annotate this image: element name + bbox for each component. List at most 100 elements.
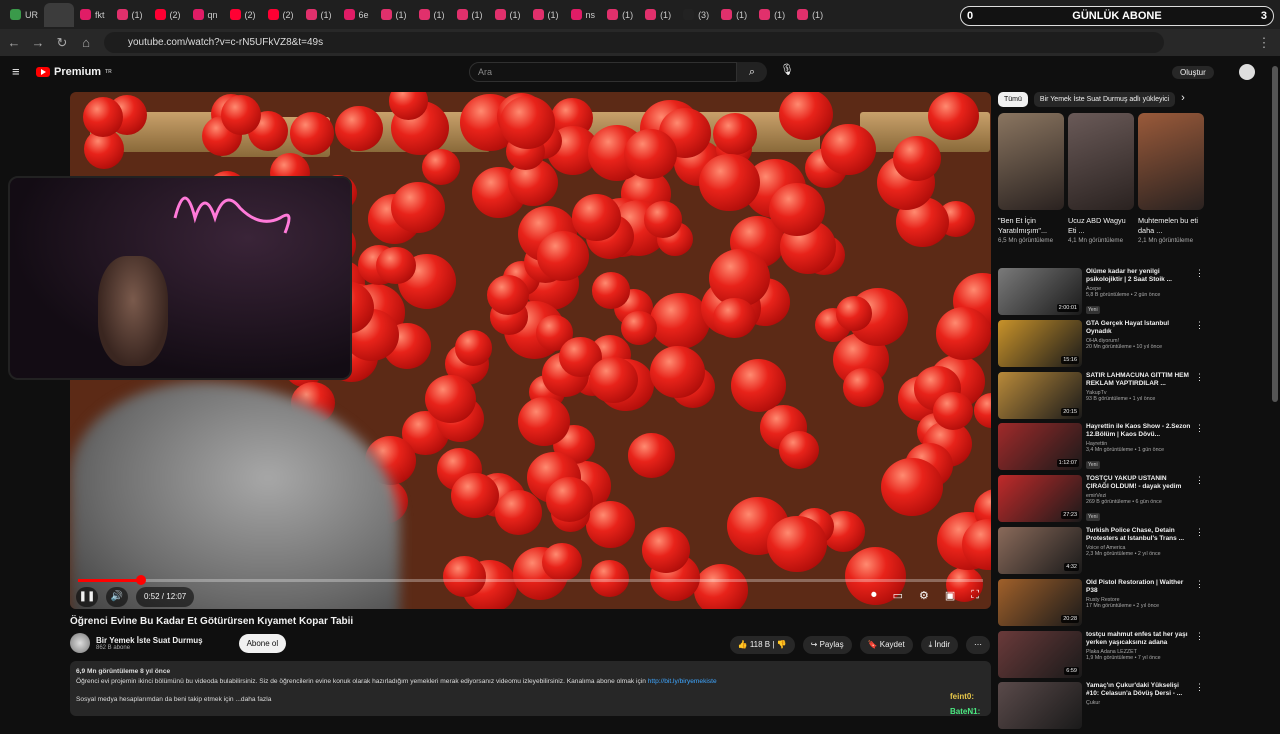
share-button[interactable]: ↪ Paylaş (802, 636, 852, 654)
url-field[interactable]: youtube.com/watch?v=c-rN5UFkVZ8&t=49s (104, 32, 1164, 53)
kebab-menu-icon[interactable]: ⋮ (1195, 475, 1204, 527)
browser-tab[interactable]: (2) (224, 3, 262, 27)
video-thumbnail[interactable]: 20:28 (998, 578, 1082, 626)
browser-tab[interactable]: (1) (753, 3, 791, 27)
back-icon[interactable]: ← (2, 35, 26, 50)
miniplayer-icon[interactable]: ▣ (945, 589, 955, 602)
browser-tab[interactable]: (1) (300, 3, 338, 27)
description-box[interactable]: 6,9 Mn görüntüleme 8 yıl önce Öğrenci ev… (70, 661, 991, 716)
search-icon[interactable]: ⌕ (737, 62, 767, 82)
video-title-item: Ölüme kadar her yenilgi psikolojiktir | … (1086, 268, 1172, 283)
list-item[interactable]: Yamaç'ın Çukur'daki Yükselişi #10: Celas… (998, 682, 1204, 734)
more-actions-icon[interactable]: ⋯ (966, 636, 990, 654)
short-card[interactable]: Ucuz ABD Wagyu Eti ... 4,1 Mn görüntüleme (1068, 113, 1134, 245)
short-thumbnail[interactable] (998, 113, 1064, 210)
menu-dots-icon[interactable]: ⋮ (1252, 35, 1276, 51)
short-thumbnail[interactable] (1138, 113, 1204, 210)
tab-favicon-icon (229, 9, 241, 20)
list-item[interactable]: 4:32 Turkish Police Chase, Detain Protest… (998, 526, 1204, 579)
video-thumbnail[interactable]: 1:12:07 (998, 423, 1082, 471)
kebab-menu-icon[interactable]: ⋮ (1195, 320, 1204, 372)
list-item[interactable]: 15:16 GTA Gerçek Hayat İstanbul Oynadık OH… (998, 319, 1204, 372)
browser-tab[interactable]: 6e (338, 3, 375, 27)
short-thumbnail[interactable] (1068, 113, 1134, 210)
browser-tab[interactable]: (1) (639, 3, 677, 27)
video-thumbnail[interactable] (998, 682, 1082, 730)
progress-bar[interactable] (78, 575, 983, 585)
save-button[interactable]: 🔖 Kaydet (859, 636, 913, 654)
channel-name[interactable]: Bir Yemek İste Suat Durmuş (96, 636, 203, 645)
tomato (425, 375, 476, 424)
settings-icon[interactable]: ⚙ (919, 589, 929, 602)
browser-tab[interactable]: (1) (111, 3, 149, 27)
tomato (536, 231, 590, 282)
tab-label: (2) (244, 9, 256, 20)
pause-icon[interactable]: ❚❚ (76, 587, 98, 607)
kebab-menu-icon[interactable]: ⋮ (1195, 268, 1204, 320)
description-more[interactable]: Sosyal medya hesaplarımdan da beni takip… (76, 695, 985, 705)
video-thumbnail[interactable]: 27:23 (998, 475, 1082, 523)
hamburger-menu-icon[interactable]: ≡ (12, 64, 20, 79)
kebab-menu-icon[interactable]: ⋮ (1195, 682, 1204, 734)
video-thumbnail[interactable]: 20:15 (998, 371, 1082, 419)
list-item[interactable]: 1:12:07 Hayrettin ile Kaos Show - 2.Sezon… (998, 423, 1204, 475)
video-thumbnail[interactable]: 15:16 (998, 319, 1082, 367)
kebab-menu-icon[interactable]: ⋮ (1195, 527, 1204, 579)
channel-avatar[interactable] (70, 633, 90, 653)
list-item[interactable]: 2:00:01 Ölüme kadar her yenilgi psikoloji… (998, 268, 1204, 320)
browser-tab[interactable]: ns (565, 3, 602, 27)
browser-tab[interactable]: UR (4, 3, 44, 27)
browser-tab[interactable]: (1) (413, 3, 451, 27)
search-input[interactable]: Ara (469, 62, 737, 82)
youtube-logo[interactable]: Premium TR (36, 66, 112, 78)
short-card[interactable]: Muhtemelen bu eti daha ... 2,1 Mn görüntü… (1138, 113, 1204, 245)
browser-tab[interactable] (44, 2, 74, 27)
fullscreen-icon[interactable]: ⛶ (971, 589, 979, 602)
video-thumbnail[interactable]: 6:59 (998, 630, 1082, 678)
kebab-menu-icon[interactable]: ⋮ (1195, 631, 1204, 683)
browser-tab[interactable]: qn (187, 3, 224, 27)
browser-tab[interactable]: fkt (74, 3, 111, 27)
filter-chip[interactable]: Bir Yemek İste Suat Durmuş adlı yükleyic… (1033, 92, 1176, 107)
description-link[interactable]: http://bit.ly/biryemekiste (648, 678, 717, 685)
like-button[interactable]: 👍 118 B | 👎 (729, 636, 795, 654)
list-item[interactable]: 6:59 tostçu mahmut enfes tat her yaşı yer… (998, 630, 1204, 683)
browser-tab[interactable]: (1) (791, 3, 829, 27)
microphone-icon[interactable]: 🎙 (780, 63, 794, 76)
browser-tab[interactable]: (1) (527, 3, 565, 27)
home-icon[interactable]: ⌂ (74, 35, 98, 50)
video-thumbnail[interactable]: 4:32 (998, 526, 1082, 574)
browser-tab[interactable]: (3) (677, 3, 715, 27)
tab-favicon-icon (494, 9, 506, 20)
avatar-icon[interactable] (1239, 64, 1255, 80)
short-card[interactable]: "Ben Et İçin Yaratılmışım"... 6,5 Mn görü… (998, 113, 1064, 245)
reload-icon[interactable]: ↻ (50, 35, 74, 51)
kebab-menu-icon[interactable]: ⋮ (1195, 372, 1204, 424)
browser-tab[interactable]: (1) (489, 3, 527, 27)
browser-tab[interactable]: (1) (375, 3, 413, 27)
forward-icon[interactable]: → (26, 35, 50, 50)
list-item[interactable]: 27:23 TOSTÇU YAKUP USTANIN ÇIRAĞI OLDUM! … (998, 475, 1204, 527)
browser-tab[interactable]: (1) (715, 3, 753, 27)
kebab-menu-icon[interactable]: ⋮ (1195, 579, 1204, 631)
tomato (932, 391, 973, 430)
volume-icon[interactable]: 🔊 (106, 587, 128, 607)
filter-chip[interactable]: Tümü (998, 92, 1028, 107)
autoplay-toggle-icon[interactable]: ⏺ (871, 589, 877, 602)
browser-tab[interactable]: (1) (451, 3, 489, 27)
download-button[interactable]: ⤓ İndir (920, 636, 958, 654)
browser-tab[interactable]: (2) (149, 3, 187, 27)
list-item[interactable]: 20:15 SATIR LAHMACUNA GİTTİM HEM REKLAM Y… (998, 371, 1204, 424)
list-item[interactable]: 20:28 Old Pistol Restoration | Walther P3… (998, 578, 1204, 631)
video-title-item: GTA Gerçek Hayat İstanbul Oynadık (1086, 319, 1170, 335)
browser-tab[interactable]: (2) (262, 3, 300, 27)
scrollbar-thumb[interactable] (1272, 66, 1278, 402)
create-button[interactable]: Oluştur (1172, 66, 1214, 79)
page-scrollbar[interactable] (1270, 62, 1280, 402)
browser-tab[interactable]: (1) (601, 3, 639, 27)
subscribe-button[interactable]: Abone ol (238, 633, 287, 653)
kebab-menu-icon[interactable]: ⋮ (1195, 423, 1204, 475)
subtitles-icon[interactable]: ▭ (893, 589, 903, 602)
video-thumbnail[interactable]: 2:00:01 (998, 268, 1082, 315)
chevron-right-icon[interactable]: › (1181, 92, 1185, 107)
